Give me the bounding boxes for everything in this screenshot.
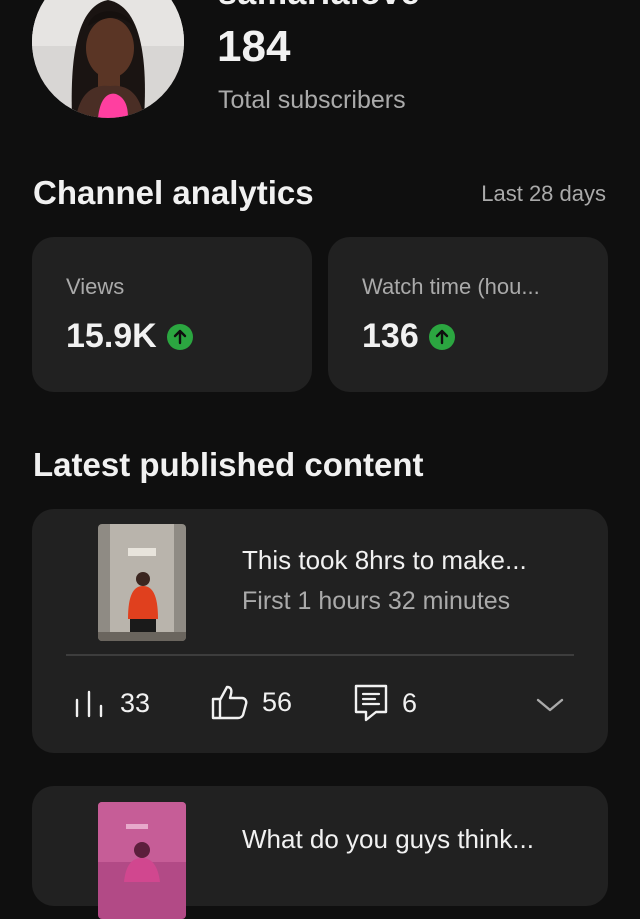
video-card[interactable]: What do you guys think... — [32, 786, 608, 919]
video-card[interactable]: This took 8hrs to make... First 1 hours … — [32, 509, 608, 753]
video-title[interactable]: What do you guys think... — [242, 824, 534, 855]
divider — [66, 654, 574, 656]
subscriber-label: Total subscribers — [218, 86, 406, 114]
channel-name: samarialove — [218, 0, 420, 13]
views-number: 15.9K — [66, 317, 157, 355]
views-bars-icon — [75, 690, 103, 717]
video-performance: First 1 hours 32 minutes — [242, 587, 511, 615]
likes-count: 56 — [262, 686, 293, 717]
comment-icon — [354, 684, 388, 722]
expand-button[interactable] — [536, 697, 564, 718]
arrow-up-icon — [166, 323, 193, 350]
views-metric: 33 — [74, 688, 150, 719]
watch-time-value: 136 — [362, 317, 455, 356]
views-card[interactable]: Views 15.9K — [32, 237, 312, 392]
subscriber-count: 184 — [217, 22, 291, 71]
comments-metric: 6 — [354, 684, 417, 722]
comments-count: 6 — [402, 687, 418, 718]
channel-avatar[interactable] — [32, 0, 184, 118]
thumbs-up-icon — [211, 685, 248, 720]
views-count: 33 — [120, 688, 151, 718]
watch-time-number: 136 — [362, 317, 419, 355]
video-thumbnail[interactable] — [98, 802, 186, 919]
latest-content-title: Latest published content — [33, 446, 424, 483]
watch-time-label: Watch time (hou... — [362, 274, 540, 299]
likes-metric: 56 — [210, 684, 292, 720]
arrow-up-icon — [428, 323, 455, 350]
views-value: 15.9K — [66, 317, 193, 356]
video-title[interactable]: This took 8hrs to make... — [242, 545, 527, 576]
video-thumbnail[interactable] — [98, 524, 186, 641]
date-range[interactable]: Last 28 days — [481, 181, 606, 207]
chevron-down-icon — [536, 698, 564, 712]
analytics-title: Channel analytics — [33, 174, 314, 211]
watch-time-card[interactable]: Watch time (hou... 136 — [328, 237, 608, 392]
views-label: Views — [66, 274, 125, 299]
